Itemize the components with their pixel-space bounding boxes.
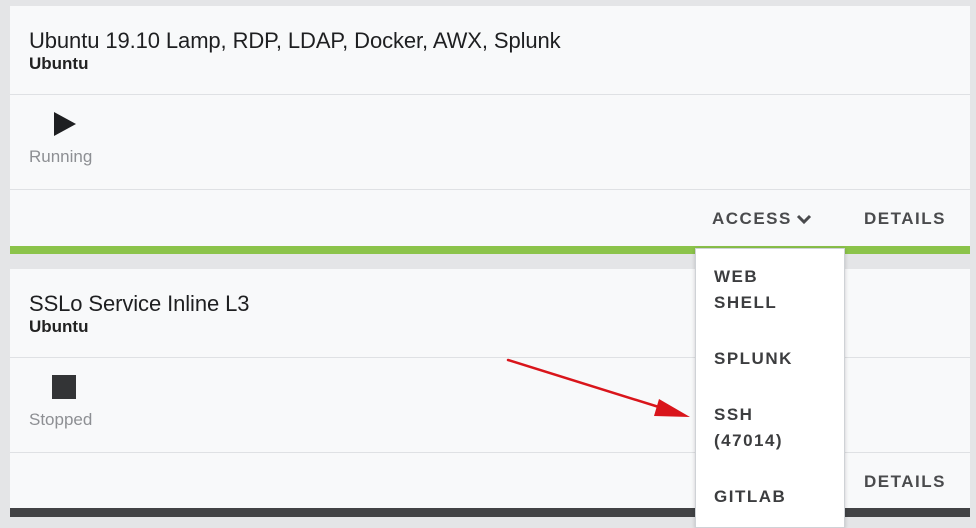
details-button[interactable]: DETAILS (864, 472, 946, 492)
status-text: Running (29, 147, 93, 166)
access-label: ACCESS (712, 209, 792, 228)
stop-icon (52, 375, 76, 399)
card-title: Ubuntu 19.10 Lamp, RDP, LDAP, Docker, AW… (29, 28, 561, 53)
status-text: Stopped (29, 410, 93, 429)
menu-item-gitlab[interactable]: GITLAB (714, 484, 824, 510)
card-subtitle: Ubuntu (29, 54, 89, 73)
card-actions: ACCESS DETAILS (10, 190, 970, 248)
deployment-card-running: Ubuntu 19.10 Lamp, RDP, LDAP, Docker, AW… (10, 6, 970, 254)
play-icon (54, 112, 76, 136)
menu-item-ssh[interactable]: SSH (47014) (714, 402, 824, 454)
menu-item-splunk[interactable]: SPLUNK (714, 346, 824, 372)
access-button[interactable]: ACCESS (712, 209, 812, 229)
card-status: Running (10, 95, 970, 190)
card-header: Ubuntu 19.10 Lamp, RDP, LDAP, Docker, AW… (10, 6, 970, 95)
details-button[interactable]: DETAILS (864, 209, 946, 229)
menu-item-web-shell[interactable]: WEB SHELL (714, 264, 824, 316)
access-dropdown-menu: WEB SHELL SPLUNK SSH (47014) GITLAB (695, 248, 845, 528)
chevron-down-icon (796, 214, 811, 225)
